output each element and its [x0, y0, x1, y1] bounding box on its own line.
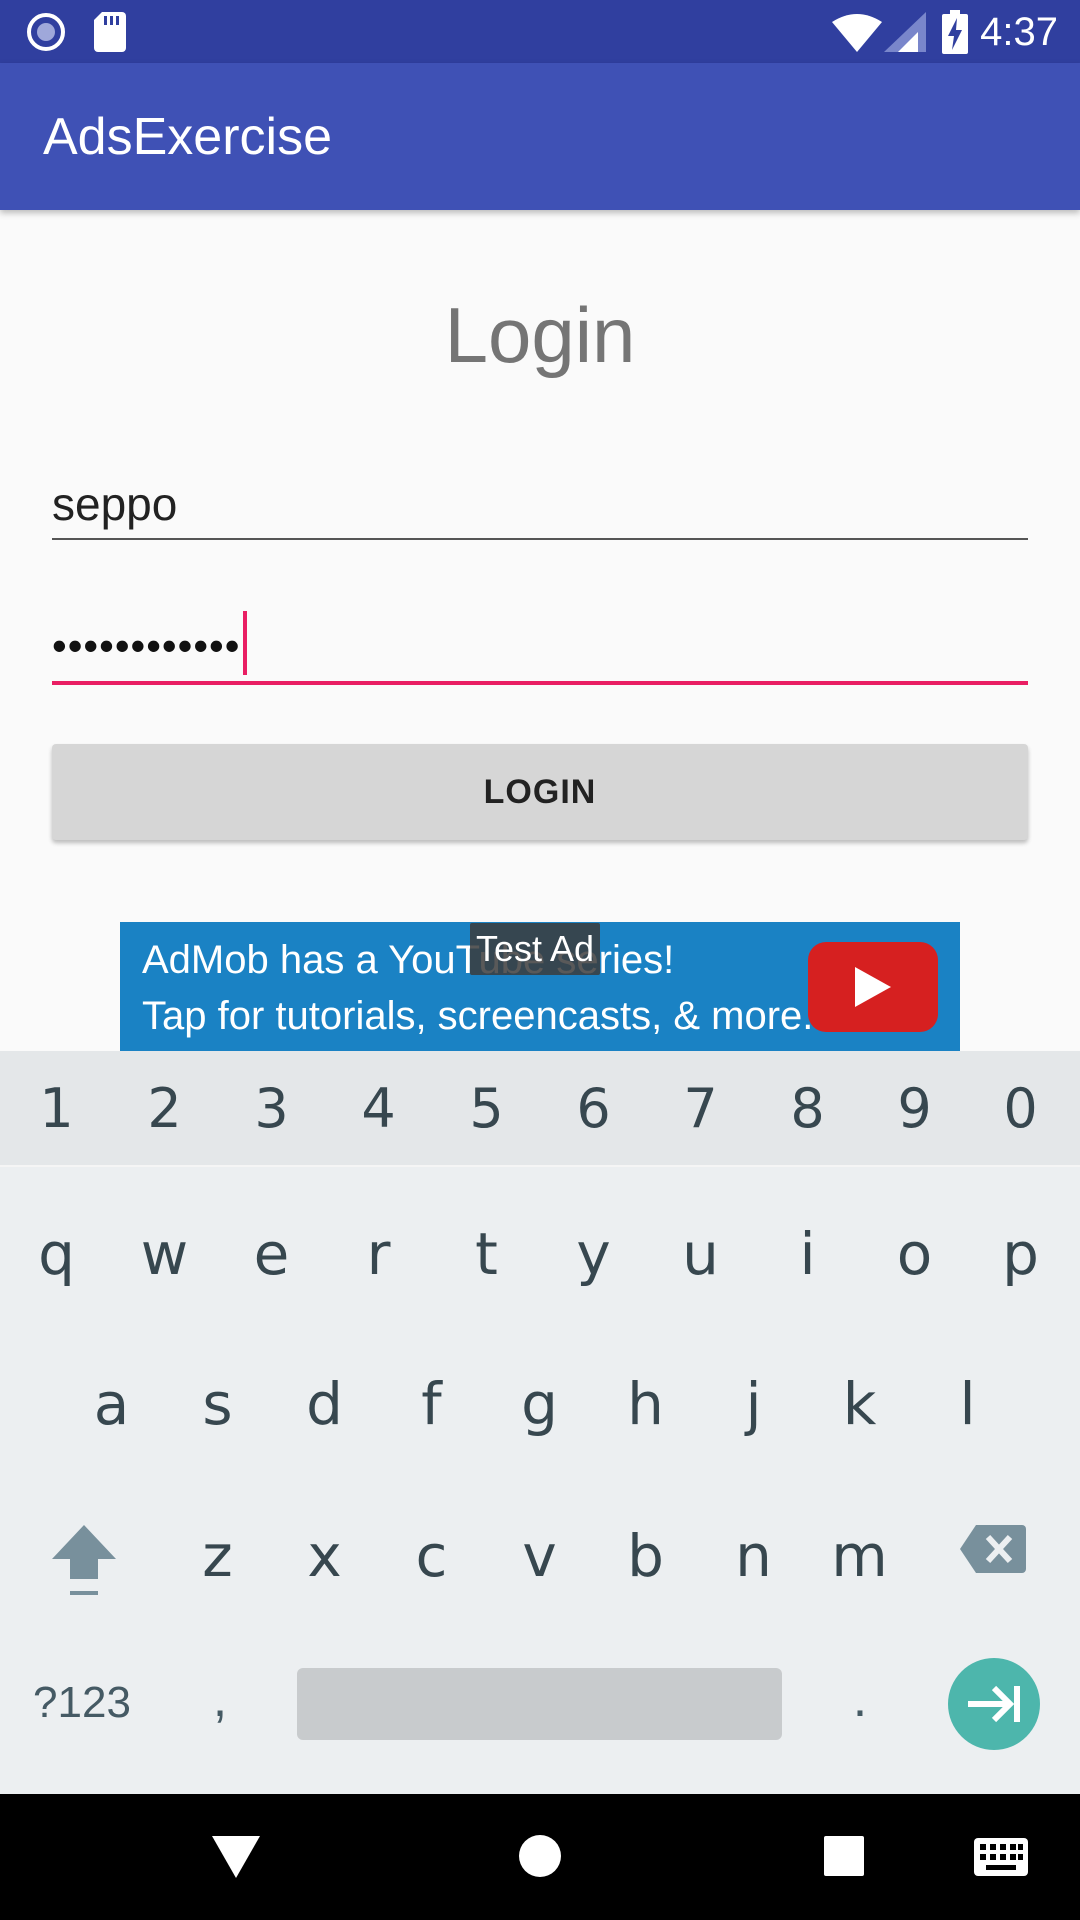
key-z[interactable]: z — [164, 1521, 271, 1601]
app-title: AdsExercise — [43, 108, 332, 166]
login-heading: Login — [444, 291, 636, 379]
password-field[interactable]: •••••••••••• — [52, 605, 1028, 685]
key-m[interactable]: m — [806, 1521, 913, 1601]
key-4[interactable]: 4 — [325, 1077, 432, 1141]
key-p[interactable]: p — [967, 1219, 1074, 1299]
key-i[interactable]: i — [754, 1219, 861, 1299]
key-r[interactable]: r — [325, 1219, 432, 1299]
key-n[interactable]: n — [700, 1521, 807, 1601]
key-o[interactable]: o — [861, 1219, 968, 1299]
key-f[interactable]: f — [378, 1369, 485, 1449]
key-t[interactable]: t — [433, 1219, 540, 1299]
next-field-button[interactable] — [948, 1658, 1040, 1750]
key-u[interactable]: u — [647, 1219, 754, 1299]
key-v[interactable]: v — [486, 1521, 593, 1601]
key-j[interactable]: j — [700, 1369, 807, 1449]
status-bar: 4:37 — [0, 0, 1080, 63]
key-b[interactable]: b — [592, 1521, 699, 1601]
key-8[interactable]: 8 — [754, 1077, 861, 1141]
youtube-play-icon — [808, 942, 938, 1032]
login-button-label: LOGIN — [483, 773, 597, 811]
key-5[interactable]: 5 — [433, 1077, 540, 1141]
key-2[interactable]: 2 — [111, 1077, 218, 1141]
period-key[interactable]: . — [815, 1671, 905, 1727]
battery-charging-icon — [942, 10, 968, 54]
username-value: seppo — [52, 478, 178, 530]
symbols-key[interactable]: ?123 — [22, 1677, 142, 1729]
comma-key[interactable]: , — [175, 1671, 265, 1727]
key-y[interactable]: y — [540, 1219, 647, 1299]
key-d[interactable]: d — [271, 1369, 378, 1449]
text-cursor — [243, 611, 247, 675]
shift-icon[interactable] — [50, 1523, 118, 1599]
key-0[interactable]: 0 — [967, 1077, 1074, 1141]
key-1[interactable]: 1 — [3, 1077, 110, 1141]
cell-signal-icon — [884, 12, 926, 52]
navigation-bar — [0, 1794, 1080, 1920]
key-k[interactable]: k — [806, 1369, 913, 1449]
password-value: •••••••••••• — [52, 622, 241, 669]
recents-icon[interactable] — [824, 1836, 864, 1876]
wifi-icon — [832, 14, 882, 52]
space-bar[interactable] — [297, 1668, 782, 1740]
soft-keyboard: 1 2 3 4 5 6 7 8 9 0 q w e r t y u i o p … — [0, 1051, 1080, 1794]
number-row: 1 2 3 4 5 6 7 8 9 0 — [0, 1051, 1080, 1167]
home-icon[interactable] — [518, 1834, 562, 1878]
key-9[interactable]: 9 — [861, 1077, 968, 1141]
sd-card-icon — [94, 12, 126, 52]
clock: 4:37 — [980, 10, 1058, 54]
key-l[interactable]: l — [914, 1369, 1021, 1449]
key-s[interactable]: s — [164, 1369, 271, 1449]
backspace-icon[interactable] — [960, 1525, 1026, 1573]
key-e[interactable]: e — [218, 1219, 325, 1299]
key-c[interactable]: c — [378, 1521, 485, 1601]
back-icon[interactable] — [212, 1836, 260, 1878]
record-icon — [27, 13, 65, 51]
key-q[interactable]: q — [3, 1219, 110, 1299]
key-h[interactable]: h — [592, 1369, 699, 1449]
key-w[interactable]: w — [111, 1219, 218, 1299]
login-button[interactable]: LOGIN — [52, 744, 1028, 840]
key-3[interactable]: 3 — [218, 1077, 325, 1141]
tab-arrow-icon — [968, 1685, 1020, 1723]
keyboard-icon[interactable] — [974, 1838, 1028, 1876]
app-bar: AdsExercise — [0, 63, 1080, 210]
key-6[interactable]: 6 — [540, 1077, 647, 1141]
username-field[interactable]: seppo — [52, 470, 1028, 540]
key-g[interactable]: g — [486, 1369, 593, 1449]
test-ad-badge: Test Ad — [470, 923, 601, 975]
key-7[interactable]: 7 — [647, 1077, 754, 1141]
key-x[interactable]: x — [271, 1521, 378, 1601]
key-a[interactable]: a — [58, 1369, 165, 1449]
ad-text-line2: Tap for tutorials, screencasts, & more. — [142, 994, 814, 1038]
